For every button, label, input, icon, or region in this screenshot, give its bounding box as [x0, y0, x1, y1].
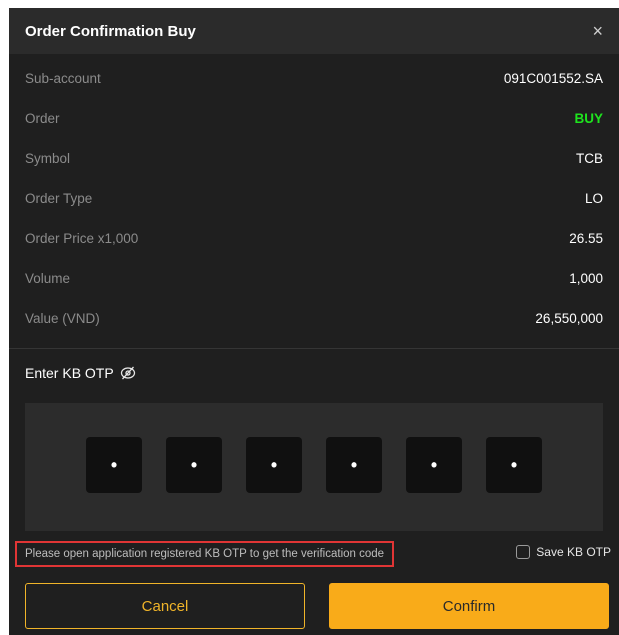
value-vnd-value: 26,550,000: [535, 310, 603, 326]
otp-digit-input[interactable]: •: [486, 437, 542, 493]
otp-digit-input[interactable]: •: [246, 437, 302, 493]
order-price-value: 26.55: [569, 230, 603, 246]
row-symbol: Symbol TCB: [9, 138, 619, 178]
volume-value: 1,000: [569, 270, 603, 286]
row-value-vnd: Value (VND) 26,550,000: [9, 298, 619, 338]
otp-digit-input[interactable]: •: [166, 437, 222, 493]
order-label: Order: [25, 110, 60, 126]
dialog-title: Order Confirmation Buy: [25, 22, 196, 40]
row-volume: Volume 1,000: [9, 258, 619, 298]
row-order-type: Order Type LO: [9, 178, 619, 218]
row-sub-account: Sub-account 091C001552.SA: [9, 58, 619, 98]
order-side-value: BUY: [574, 110, 603, 126]
row-order-price: Order Price x1,000 26.55: [9, 218, 619, 258]
order-price-label: Order Price x1,000: [25, 230, 139, 246]
save-otp-option[interactable]: Save KB OTP: [516, 545, 611, 559]
value-vnd-label: Value (VND): [25, 310, 100, 326]
save-otp-label: Save KB OTP: [536, 545, 611, 559]
action-buttons: Cancel Confirm: [9, 583, 619, 629]
symbol-label: Symbol: [25, 150, 71, 166]
confirm-button[interactable]: Confirm: [329, 583, 609, 629]
note-row: Please open application registered KB OT…: [9, 541, 619, 567]
otp-label: Enter KB OTP: [25, 365, 114, 381]
row-order: Order BUY: [9, 98, 619, 138]
otp-digit-input[interactable]: •: [406, 437, 462, 493]
symbol-value: TCB: [576, 150, 603, 166]
cancel-button[interactable]: Cancel: [25, 583, 305, 629]
volume-label: Volume: [25, 270, 71, 286]
close-icon[interactable]: ×: [592, 22, 603, 40]
order-type-label: Order Type: [25, 190, 93, 206]
order-details: Sub-account 091C001552.SA Order BUY Symb…: [9, 54, 619, 338]
otp-input-panel: • • • • • •: [25, 403, 603, 531]
otp-digit-input[interactable]: •: [86, 437, 142, 493]
otp-instruction-note: Please open application registered KB OT…: [15, 541, 395, 567]
eye-off-icon[interactable]: [120, 365, 136, 381]
order-confirmation-dialog: Order Confirmation Buy × Sub-account 091…: [9, 8, 619, 635]
dialog-header: Order Confirmation Buy ×: [9, 8, 619, 54]
sub-account-value: 091C001552.SA: [503, 70, 603, 86]
order-type-value: LO: [584, 190, 603, 206]
otp-header: Enter KB OTP: [9, 349, 619, 383]
otp-digit-input[interactable]: •: [326, 437, 382, 493]
sub-account-label: Sub-account: [25, 70, 101, 86]
save-otp-checkbox[interactable]: [516, 545, 531, 559]
